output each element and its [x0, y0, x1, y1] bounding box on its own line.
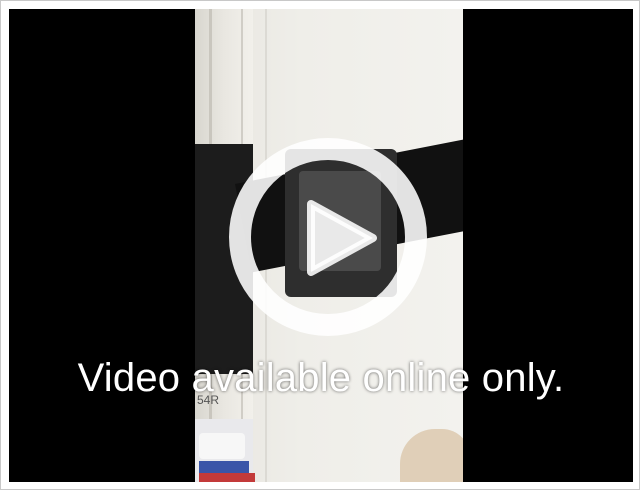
video-unavailable-caption: Video available online only.	[77, 356, 565, 400]
bottle	[199, 433, 245, 459]
play-icon	[307, 200, 377, 276]
red-label	[199, 473, 255, 482]
video-frame: 54R Video available online only.	[0, 0, 640, 490]
video-player[interactable]: 54R Video available online only.	[9, 9, 633, 482]
bottle-band	[199, 461, 249, 473]
hand	[400, 429, 463, 482]
play-button[interactable]	[229, 138, 427, 336]
